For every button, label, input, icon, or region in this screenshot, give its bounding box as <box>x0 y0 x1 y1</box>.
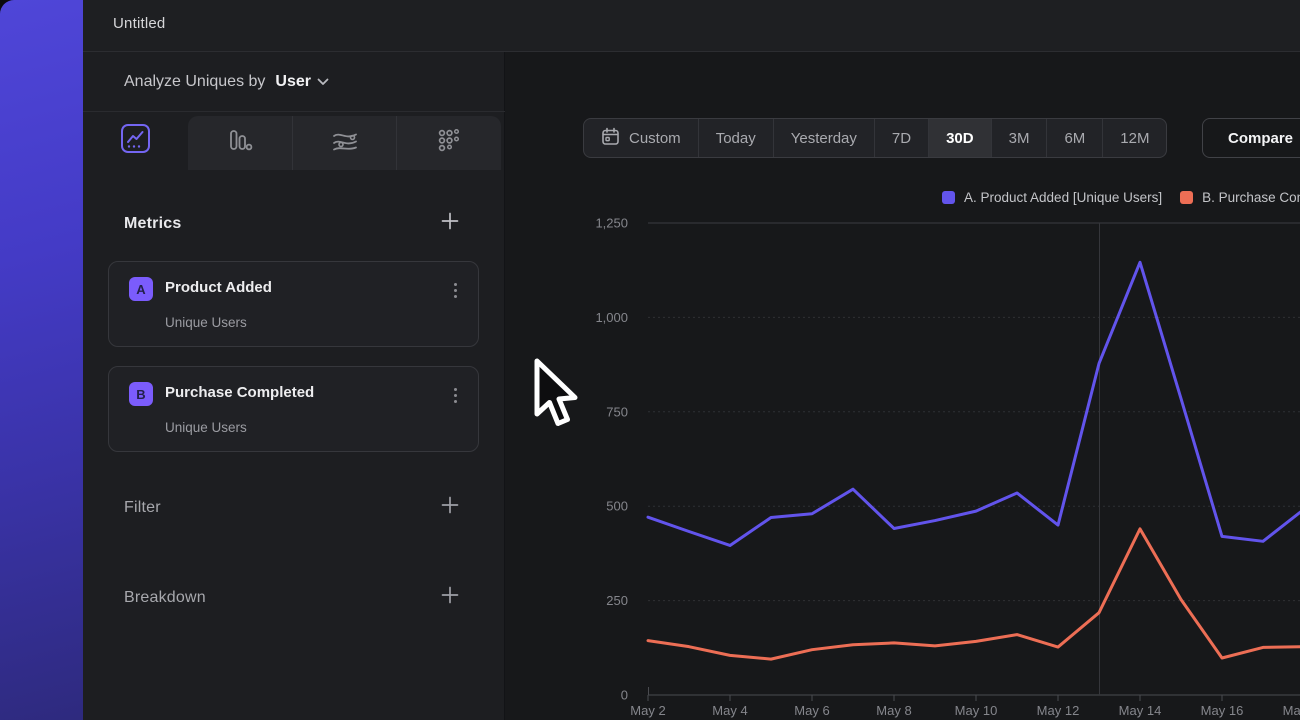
svg-text:May 2: May 2 <box>630 703 665 718</box>
range-6m[interactable]: 6M <box>1046 119 1102 157</box>
add-breakdown-button[interactable] <box>441 586 459 609</box>
metrics-title: Metrics <box>124 215 181 233</box>
line-chart[interactable]: 0 250 500 750 1,000 1,250 May 2 May 4 May 6 May 8… <box>560 210 1300 720</box>
svg-text:1,250: 1,250 <box>595 216 628 231</box>
chart-type-tab-group <box>188 116 501 170</box>
chart-type-tabs <box>83 112 505 170</box>
svg-text:500: 500 <box>606 499 628 514</box>
analyze-by-picker[interactable]: User <box>275 73 329 91</box>
svg-text:May 12: May 12 <box>1037 703 1080 718</box>
svg-text:750: 750 <box>606 404 628 419</box>
metric-card-b[interactable]: B Purchase Completed Unique Users <box>108 366 479 452</box>
range-3m[interactable]: 3M <box>991 119 1047 157</box>
legend-swatch-purple <box>942 191 955 204</box>
brand-gradient-strip <box>0 0 83 720</box>
svg-text:250: 250 <box>606 593 628 608</box>
grid-dots-icon <box>436 128 462 159</box>
metric-badge-b: B <box>129 382 153 406</box>
metric-title: Purchase Completed <box>165 384 314 401</box>
legend-item-b[interactable]: B. Purchase Completed [Unique Users] <box>1180 190 1300 205</box>
analyze-row: Analyze Uniques by User <box>83 52 505 112</box>
range-30d[interactable]: 30D <box>928 119 991 157</box>
svg-text:May 4: May 4 <box>712 703 747 718</box>
chevron-down-icon <box>317 73 329 91</box>
range-12m[interactable]: 12M <box>1102 119 1166 157</box>
report-title[interactable]: Untitled <box>113 15 165 32</box>
compare-button[interactable]: Compare <box>1202 118 1300 158</box>
svg-text:May 6: May 6 <box>794 703 829 718</box>
kebab-menu-icon[interactable] <box>446 280 464 300</box>
app-window: Untitled Analyze Uniques by User <box>83 0 1300 720</box>
add-metric-button[interactable] <box>441 212 459 235</box>
svg-text:May 14: May 14 <box>1119 703 1162 718</box>
screen: Untitled Analyze Uniques by User <box>0 0 1300 720</box>
top-bar: Untitled <box>83 0 1300 52</box>
metric-card-a[interactable]: A Product Added Unique Users <box>108 261 479 347</box>
add-filter-button[interactable] <box>441 496 459 519</box>
tab-flow-chart[interactable] <box>292 116 397 170</box>
svg-text:0: 0 <box>621 688 628 703</box>
metric-badge-a: A <box>129 277 153 301</box>
chart-legend: A. Product Added [Unique Users] B. Purch… <box>942 190 1300 205</box>
svg-text:May 16: May 16 <box>1201 703 1244 718</box>
range-yesterday[interactable]: Yesterday <box>773 119 874 157</box>
breakdown-title: Breakdown <box>124 589 206 607</box>
kebab-menu-icon[interactable] <box>446 385 464 405</box>
svg-text:May 18: May 18 <box>1283 703 1300 718</box>
date-range-selector: Custom Today Yesterday 7D 30D 3M 6M 12M <box>583 118 1167 158</box>
metrics-header: Metrics <box>124 212 459 235</box>
breakdown-header: Breakdown <box>124 586 459 609</box>
analyze-label: Analyze Uniques by <box>124 73 265 91</box>
tab-bar-chart[interactable] <box>188 116 292 170</box>
svg-text:1,000: 1,000 <box>595 310 628 325</box>
svg-text:May 8: May 8 <box>876 703 911 718</box>
tab-grid-dots[interactable] <box>396 116 501 170</box>
calendar-icon <box>601 127 620 150</box>
filter-header: Filter <box>124 496 459 519</box>
metric-title: Product Added <box>165 279 272 296</box>
legend-swatch-orange <box>1180 191 1193 204</box>
metric-subtitle: Unique Users <box>165 420 247 435</box>
chart-panel: Custom Today Yesterday 7D 30D 3M 6M 12M … <box>505 52 1300 720</box>
flow-chart-icon <box>331 128 359 159</box>
range-7d[interactable]: 7D <box>874 119 928 157</box>
metric-subtitle: Unique Users <box>165 315 247 330</box>
svg-text:May 10: May 10 <box>955 703 998 718</box>
legend-item-a[interactable]: A. Product Added [Unique Users] <box>942 190 1162 205</box>
bar-chart-icon <box>227 128 253 159</box>
range-custom[interactable]: Custom <box>584 119 698 157</box>
line-chart-icon <box>120 123 151 159</box>
filter-title: Filter <box>124 499 161 517</box>
analyze-by-value[interactable]: User <box>275 73 311 91</box>
query-sidebar: Analyze Uniques by User <box>83 52 505 720</box>
range-today[interactable]: Today <box>698 119 773 157</box>
tab-line-chart[interactable] <box>83 112 188 170</box>
